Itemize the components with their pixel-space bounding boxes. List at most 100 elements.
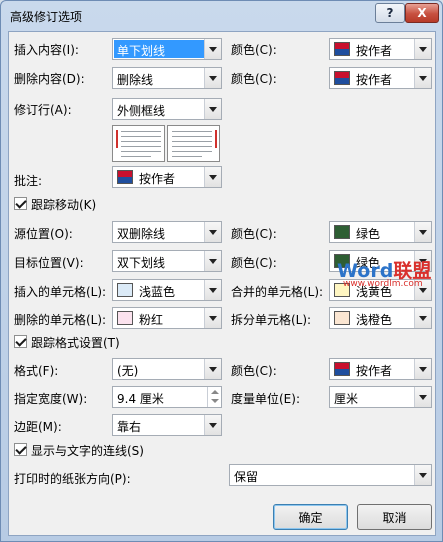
changed-lines-select[interactable]: 外侧框线 — [112, 98, 222, 120]
chevron-down-icon — [419, 315, 427, 321]
cancel-button[interactable]: 取消 — [357, 504, 432, 530]
chevron-down-icon — [209, 174, 217, 180]
text-line — [172, 136, 212, 137]
changed-lines-preview-left — [112, 125, 165, 162]
formatting-color-value: 按作者 — [356, 364, 393, 378]
insertions-select[interactable]: 单下划线 — [112, 38, 222, 60]
author-color-swatch — [117, 170, 133, 184]
chevron-down-icon — [209, 422, 217, 428]
inserted-cells-color-select[interactable]: 浅蓝色 — [112, 279, 222, 301]
measure-unit-dropdown-button[interactable] — [414, 387, 431, 407]
chevron-down-icon — [419, 229, 427, 235]
deletions-color-label: 颜色(C): — [231, 72, 277, 86]
comments-color-select[interactable]: 按作者 — [112, 166, 222, 188]
moved-from-value: 双删除线 — [117, 227, 166, 241]
text-line — [172, 131, 212, 132]
insertions-color-dropdown-button[interactable] — [414, 39, 431, 59]
insertions-color-value: 按作者 — [356, 44, 393, 58]
deletions-color-dropdown-button[interactable] — [414, 68, 431, 88]
text-line — [172, 151, 212, 152]
paper-orientation-select[interactable]: 保留 — [229, 464, 432, 486]
measure-unit-label: 度量单位(E): — [231, 392, 300, 406]
margin-select[interactable]: 靠右 — [112, 414, 222, 436]
chevron-down-icon — [209, 287, 217, 293]
light-blue-color-swatch — [117, 283, 133, 297]
deleted-cells-value: 粉红 — [139, 313, 164, 327]
close-button[interactable]: X — [405, 3, 439, 23]
moved-from-label: 源位置(O): — [14, 227, 73, 241]
margin-dropdown-button[interactable] — [204, 415, 221, 435]
track-formatting-checkbox[interactable] — [14, 335, 27, 348]
comments-dropdown-button[interactable] — [204, 167, 221, 187]
deleted-cells-dropdown-button[interactable] — [204, 308, 221, 328]
moved-from-select[interactable]: 双删除线 — [112, 221, 222, 243]
deleted-cells-label: 删除的单元格(L): — [14, 313, 107, 327]
chevron-down-icon — [419, 366, 427, 372]
spinner-arrows[interactable] — [207, 387, 221, 407]
split-cells-dropdown-button[interactable] — [414, 308, 431, 328]
deletions-value: 删除线 — [117, 73, 154, 87]
deletions-select[interactable]: 删除线 — [112, 67, 222, 89]
formatting-dropdown-button[interactable] — [204, 359, 221, 379]
chevron-down-icon — [209, 258, 217, 264]
chevron-down-icon — [209, 366, 217, 372]
moved-from-color-dropdown-button[interactable] — [414, 222, 431, 242]
formatting-select[interactable]: (无) — [112, 358, 222, 380]
chevron-down-icon — [209, 229, 217, 235]
formatting-color-label: 颜色(C): — [231, 364, 277, 378]
deletions-dropdown-button[interactable] — [204, 68, 221, 88]
close-icon: X — [417, 6, 427, 20]
changed-lines-preview-right — [167, 125, 220, 162]
track-moves-checkbox[interactable] — [14, 197, 27, 210]
measure-unit-select[interactable]: 厘米 — [329, 386, 432, 408]
deletions-color-value: 按作者 — [356, 73, 393, 87]
balloon-width-label: 指定宽度(W): — [14, 392, 88, 406]
chevron-down-icon — [419, 46, 427, 52]
moved-from-color-label: 颜色(C): — [231, 227, 277, 241]
paper-orientation-dropdown-button[interactable] — [414, 465, 431, 485]
moved-from-color-value: 绿色 — [356, 227, 381, 241]
moved-from-dropdown-button[interactable] — [204, 222, 221, 242]
changed-lines-dropdown-button[interactable] — [204, 99, 221, 119]
inserted-cells-dropdown-button[interactable] — [204, 280, 221, 300]
split-cells-color-select[interactable]: 浅橙色 — [329, 307, 432, 329]
balloon-width-spinner[interactable]: 9.4 厘米 — [112, 386, 222, 408]
spin-down-icon[interactable] — [211, 399, 219, 403]
green-color-swatch — [334, 225, 350, 239]
spin-up-icon[interactable] — [211, 390, 219, 394]
show-lines-label: 显示与文字的连线(S) — [31, 444, 144, 458]
watermark-url: www.wordlm.com — [343, 279, 423, 289]
changed-lines-value: 外侧框线 — [117, 104, 166, 118]
track-moves-label: 跟踪移动(K) — [31, 198, 97, 212]
title-bar[interactable]: 高级修订选项 ? X — [1, 1, 442, 31]
formatting-value: (无) — [117, 364, 139, 378]
deleted-cells-color-select[interactable]: 粉红 — [112, 307, 222, 329]
change-bar-mark — [116, 130, 118, 148]
help-button[interactable]: ? — [375, 3, 405, 23]
formatting-color-select[interactable]: 按作者 — [329, 358, 432, 380]
deletions-color-select[interactable]: 按作者 — [329, 67, 432, 89]
inserted-cells-value: 浅蓝色 — [139, 285, 176, 299]
chevron-down-icon — [209, 315, 217, 321]
moved-to-label: 目标位置(V): — [14, 256, 84, 270]
ok-button[interactable]: 确定 — [273, 504, 348, 530]
dialog-title: 高级修订选项 — [10, 10, 83, 24]
split-cells-label: 拆分单元格(L): — [231, 313, 312, 327]
inserted-cells-label: 插入的单元格(L): — [14, 285, 107, 299]
insertions-dropdown-button[interactable] — [204, 39, 221, 59]
insertions-color-label: 颜色(C): — [231, 43, 277, 57]
change-bar-mark — [215, 130, 217, 148]
moved-from-color-select[interactable]: 绿色 — [329, 221, 432, 243]
show-lines-checkbox[interactable] — [14, 443, 27, 456]
formatting-color-dropdown-button[interactable] — [414, 359, 431, 379]
split-cells-value: 浅橙色 — [356, 313, 393, 327]
deletions-label: 删除内容(D): — [14, 72, 85, 86]
moved-to-select[interactable]: 双下划线 — [112, 250, 222, 272]
text-line — [121, 141, 161, 142]
text-line — [172, 156, 202, 157]
insertions-color-select[interactable]: 按作者 — [329, 38, 432, 60]
formatting-label: 格式(F): — [14, 364, 59, 378]
margin-value: 靠右 — [117, 420, 142, 434]
dialog-body: 插入内容(I): 单下划线 颜色(C): 按作者 删除内容(D): 删除线 颜色… — [8, 31, 436, 536]
moved-to-dropdown-button[interactable] — [204, 251, 221, 271]
